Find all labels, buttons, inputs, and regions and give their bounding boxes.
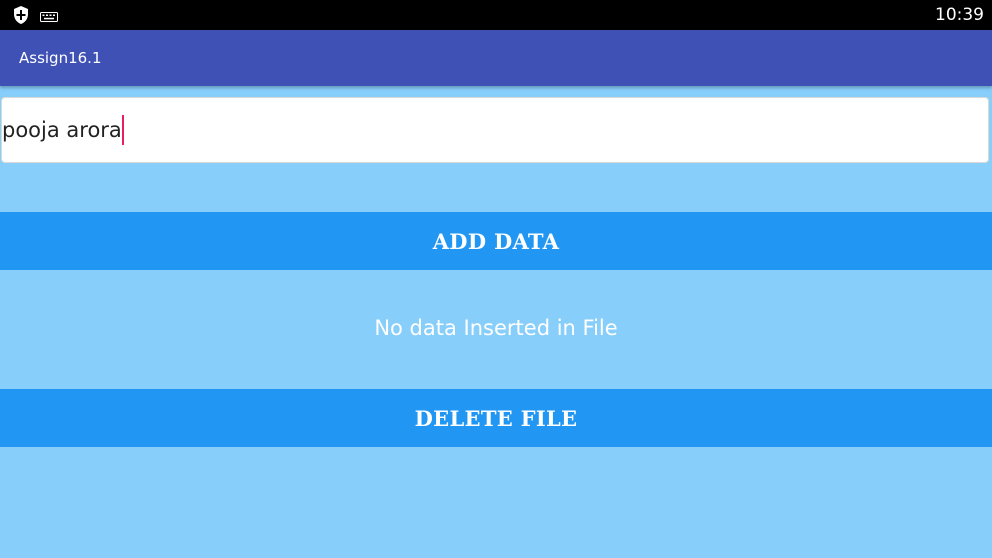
app-bar: Assign16.1 [0, 30, 992, 86]
status-message: No data Inserted in File [374, 316, 618, 340]
shield-icon [12, 5, 30, 29]
keyboard-icon [40, 8, 58, 27]
app-title: Assign16.1 [19, 49, 102, 67]
status-icons [12, 5, 58, 29]
text-input[interactable]: pooja arora [1, 97, 989, 163]
text-caret [121, 115, 124, 145]
status-time: 10:39 [935, 5, 984, 25]
add-data-button[interactable]: ADD DATA [0, 212, 992, 270]
status-bar: 10:39 [0, 0, 992, 30]
app-screen: 10:39 Assign16.1 pooja arora ADD DATA No… [0, 0, 992, 558]
input-value: pooja arora [2, 118, 122, 142]
delete-file-button[interactable]: DELETE FILE [0, 389, 992, 447]
